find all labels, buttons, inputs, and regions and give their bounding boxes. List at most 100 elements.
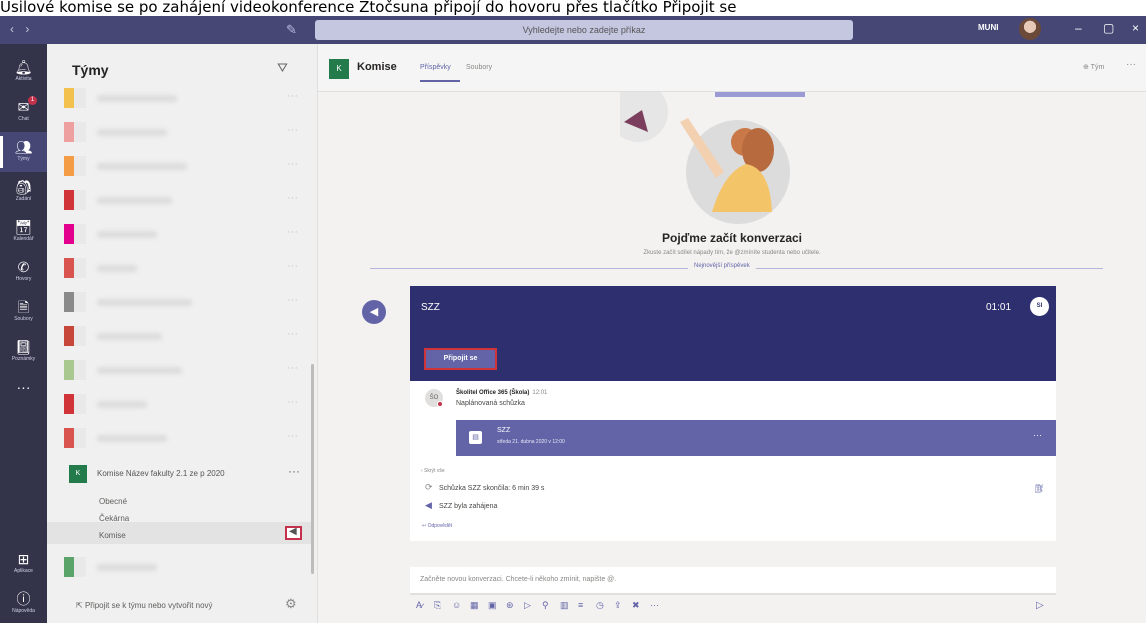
compose-tool-icon[interactable]: ☺	[452, 600, 461, 610]
list-item[interactable]: ···	[47, 318, 317, 355]
list-item[interactable]: ···	[47, 216, 317, 253]
rail-item-zadání[interactable]: 🎒︎ Zadání	[0, 172, 47, 212]
team-button[interactable]: ⊕ Tým	[1083, 63, 1104, 71]
team-more-button[interactable]: ···	[287, 90, 298, 102]
chat-icon: ✉	[17, 99, 30, 115]
list-item: ⟳ Schůzka SZZ skončila: 6 min 39 s	[425, 482, 544, 493]
compose-tool-icon[interactable]: ▣	[488, 600, 497, 611]
rail-item-more[interactable]: ···	[0, 372, 47, 412]
compose-tool-icon[interactable]: ⚲	[542, 600, 549, 611]
team-more-button[interactable]: ···	[287, 226, 298, 238]
team-more-button[interactable]: ···	[288, 464, 300, 478]
compose-tool-icon[interactable]: ···	[650, 600, 659, 610]
team-name-blurred	[97, 564, 157, 571]
list-item[interactable]: ···	[47, 182, 317, 219]
join-team-link[interactable]: ⇱ Připojit se k týmu nebo vytvořit nový	[76, 601, 213, 610]
avatar[interactable]: SI	[1030, 297, 1049, 316]
list-item[interactable]: ···	[47, 114, 317, 151]
team-more-button[interactable]: ···	[287, 260, 298, 272]
rail-item-label: Zadání	[15, 196, 32, 202]
compose-tool-icon[interactable]: A̷	[416, 600, 422, 610]
avatar[interactable]	[1019, 18, 1041, 40]
team-more-button[interactable]: ···	[287, 430, 298, 442]
list-item[interactable]: ···	[47, 250, 317, 287]
invite-title: SZZ	[497, 427, 511, 434]
more-options-icon[interactable]: ···	[1126, 59, 1136, 70]
list-item[interactable]: ···	[47, 284, 317, 321]
meeting-ended-icon: ⟳	[425, 482, 433, 492]
rail-item-aplikace[interactable]: ⊞ Aplikace	[0, 544, 47, 584]
team-name-blurred	[97, 265, 137, 272]
team-name-blurred	[97, 435, 167, 442]
join-team-label: Připojit se k týmu nebo vytvořit nový	[84, 601, 213, 610]
list-item[interactable]: ···	[47, 420, 317, 457]
collapse-all-link[interactable]: ‹ Skrýt vše	[421, 468, 445, 474]
settings-icon[interactable]: ⚙	[285, 596, 297, 612]
list-item[interactable]: ···	[47, 352, 317, 389]
files-icon: 🗎	[17, 299, 30, 315]
team-more-button[interactable]: ···	[287, 328, 298, 340]
team-more-button[interactable]: ···	[287, 294, 298, 306]
rail-item-kalendář[interactable]: 📅︎ Kalendář	[0, 212, 47, 252]
compose-tool-icon[interactable]: ▦	[470, 600, 479, 611]
rail-item-týmy[interactable]: 👥︎ Týmy	[0, 132, 47, 172]
rail-item-nápověda[interactable]: ⓘ Nápověda	[0, 584, 47, 623]
send-button[interactable]: ▷	[1036, 600, 1044, 611]
app-rail: 🔔︎ Aktivita ✉ Chat 1 👥︎ Týmy 🎒︎ Zadání 📅︎ Kalendář…	[0, 44, 47, 623]
tab-posts[interactable]: Příspěvky	[420, 64, 451, 71]
history-nav[interactable]: ‹ ›	[10, 22, 33, 36]
search-input[interactable]: Vyhledejte nebo zadejte příkaz	[315, 20, 853, 40]
filter-icon[interactable]: ⛛	[277, 60, 288, 76]
minimize-button[interactable]: –	[1075, 21, 1082, 35]
event-text: SZZ byla zahájena	[439, 503, 498, 510]
new-chat-icon[interactable]: ✎	[286, 22, 297, 38]
compose-tool-icon[interactable]: ◷	[596, 600, 604, 611]
team-more-button[interactable]: ···	[287, 362, 298, 374]
rail-item-chat[interactable]: ✉ Chat 1	[0, 92, 47, 132]
meeting-in-progress-indicator[interactable]: ◀	[285, 526, 302, 540]
team-name-blurred	[97, 299, 192, 306]
teams-icon: 👥︎	[14, 139, 33, 155]
compose-tool-icon[interactable]: ✖	[632, 600, 640, 611]
channel-cekarna[interactable]: Čekárna	[99, 514, 129, 523]
rail-item-soubory[interactable]: 🗎 Soubory	[0, 292, 47, 332]
team-tile	[64, 292, 86, 312]
close-button[interactable]: ×	[1132, 21, 1139, 35]
team-more-button[interactable]: ···	[287, 158, 298, 170]
rail-item-poznámky[interactable]: 📓︎ Poznámky	[0, 332, 47, 372]
teams-panel: Týmy ⛛ ··· ··· ··· ··· ··· ··· ··· ··· ··· ··· ···…	[47, 44, 318, 623]
maximize-button[interactable]: ▢	[1103, 21, 1114, 35]
tab-files[interactable]: Soubory	[466, 64, 492, 71]
team-more-button[interactable]: ···	[287, 396, 298, 408]
org-name[interactable]: MUNI	[978, 23, 998, 32]
compose-tool-icon[interactable]: ▥	[560, 600, 569, 611]
compose-tool-icon[interactable]: ▷	[524, 600, 531, 611]
list-item[interactable]	[47, 549, 317, 586]
list-item[interactable]: ···	[47, 148, 317, 185]
list-item[interactable]: ···	[47, 80, 317, 117]
team-name-blurred	[97, 231, 157, 238]
list-item[interactable]: ···	[47, 386, 317, 423]
reaction-icon[interactable]: ⛽︎	[1034, 484, 1044, 493]
team-komise[interactable]: K Komise Název fakulty 2.1 ze p 2020 ···	[47, 456, 317, 492]
compose-tool-icon[interactable]: ⊛	[506, 600, 514, 611]
team-name-blurred	[97, 163, 187, 170]
compose-tool-icon[interactable]: ≡	[578, 600, 583, 610]
rail-item-aktivita[interactable]: 🔔︎ Aktivita	[0, 52, 47, 92]
reply-link[interactable]: ↩ Odpovědět	[422, 523, 452, 529]
team-tile	[64, 258, 86, 278]
team-more-button[interactable]: ···	[287, 192, 298, 204]
compose-tool-icon[interactable]: ⎘	[434, 600, 441, 611]
join-meeting-button[interactable]: Připojit se	[424, 348, 497, 370]
channel-komise[interactable]: Komise	[99, 531, 126, 540]
meeting-invite-card[interactable]: ▤ SZZ středa 21. dubna 2020 v 12:00 ···	[456, 420, 1056, 456]
empty-state-subtitle: Zkuste začít sdílet nápady tím, že @zmín…	[643, 250, 821, 256]
compose-box[interactable]: Začněte novou konverzaci. Chcete-li něko…	[410, 567, 1056, 595]
compose-tool-icon[interactable]: ⇪	[614, 600, 622, 611]
team-tile	[64, 557, 86, 577]
team-name-blurred	[97, 129, 167, 136]
rail-item-hovory[interactable]: ✆ Hovory	[0, 252, 47, 292]
channel-obecne[interactable]: Obecné	[99, 497, 127, 506]
more-options-icon[interactable]: ···	[1033, 430, 1042, 440]
team-more-button[interactable]: ···	[287, 124, 298, 136]
